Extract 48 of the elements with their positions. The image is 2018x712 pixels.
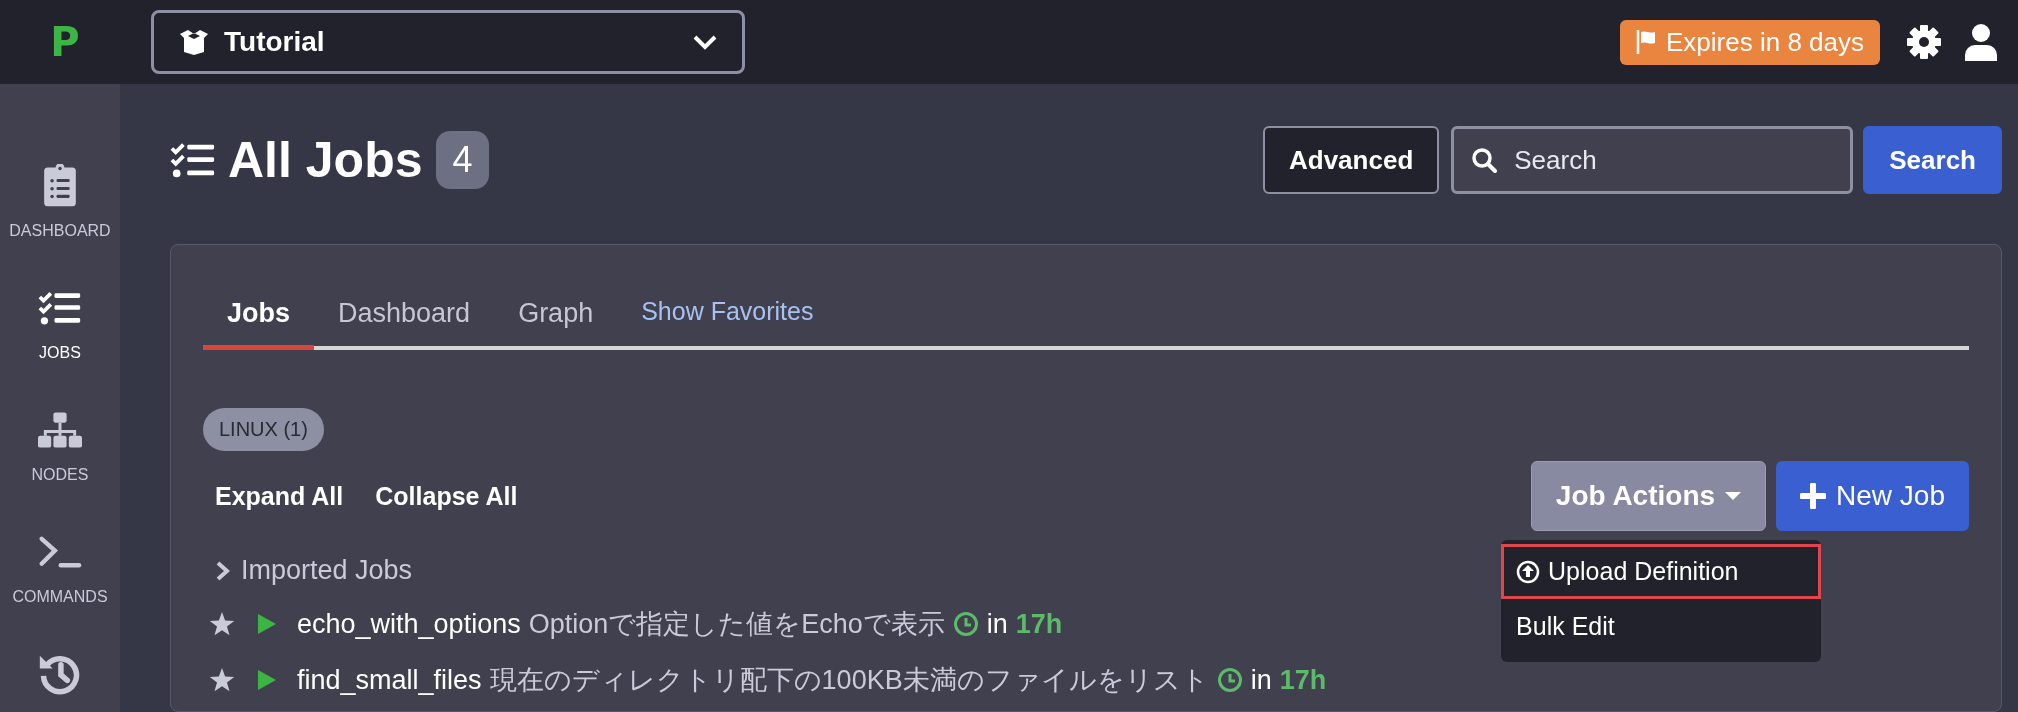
chevron-down-icon [692, 34, 718, 50]
job-actions-button[interactable]: Job Actions [1530, 461, 1767, 531]
advanced-button[interactable]: Advanced [1263, 126, 1440, 194]
tab[interactable]: Graph [494, 298, 618, 350]
star-icon[interactable] [209, 667, 235, 693]
favorites-link[interactable]: Show Favorites [617, 297, 838, 346]
collapse-all-link[interactable]: Collapse All [375, 481, 550, 511]
caret-icon [1725, 491, 1742, 501]
search-button[interactable]: Search [1863, 126, 2002, 194]
clock-icon [1216, 667, 1243, 693]
filter-tag[interactable]: LINUX (1) [203, 408, 324, 451]
play-icon[interactable] [257, 612, 277, 636]
plus-icon [1800, 483, 1827, 509]
user-icon[interactable] [1964, 23, 1998, 61]
play-icon[interactable] [257, 668, 277, 692]
menu-item[interactable]: Upload Definition [1501, 544, 1822, 599]
schedule-prefix: in [1250, 664, 1272, 696]
logo[interactable]: P [0, 19, 130, 65]
clock-icon [952, 611, 979, 637]
schedule-prefix: in [986, 608, 1008, 640]
menu-item[interactable]: Bulk Edit [1501, 599, 1822, 654]
tab[interactable]: Dashboard [314, 298, 495, 350]
sidebar-item[interactable]: JOBS [38, 286, 82, 362]
settings-icon[interactable] [1906, 24, 1942, 60]
tab[interactable]: Jobs [203, 298, 315, 350]
job-name-link[interactable]: echo_with_options [297, 608, 521, 640]
search-icon [1471, 147, 1498, 173]
expiry-text: Expires in 8 days [1666, 26, 1864, 58]
page-title: All Jobs [228, 131, 423, 189]
job-description: 現在のディレクトリ配下の100KB未満のファイルをリスト [489, 664, 1209, 697]
search-field[interactable]: Search [1451, 126, 1854, 194]
job-name-link[interactable]: find_small_files [297, 664, 482, 696]
project-selector[interactable]: Tutorial [151, 10, 745, 74]
job-count: 4 [436, 131, 489, 189]
next-run-time: 17h [1015, 608, 1063, 640]
upload-icon [1516, 559, 1541, 584]
flag-icon [1636, 29, 1656, 55]
next-run-time: 17h [1279, 664, 1327, 696]
sidebar-item[interactable]: DASHBOARD [9, 164, 111, 240]
new-job-button[interactable]: New Job [1776, 461, 1969, 531]
sidebar-item[interactable]: NODES [31, 408, 89, 484]
box-icon [178, 28, 210, 56]
expand-all-link[interactable]: Expand All [203, 481, 376, 511]
group-toggle[interactable]: Imported Jobs [215, 555, 413, 586]
sidebar-item[interactable]: COMMANDS [12, 530, 108, 606]
star-icon[interactable] [209, 611, 235, 637]
job-description: Optionで指定した値をEchoで表示 [528, 608, 945, 641]
chevron-right-icon [215, 560, 231, 581]
